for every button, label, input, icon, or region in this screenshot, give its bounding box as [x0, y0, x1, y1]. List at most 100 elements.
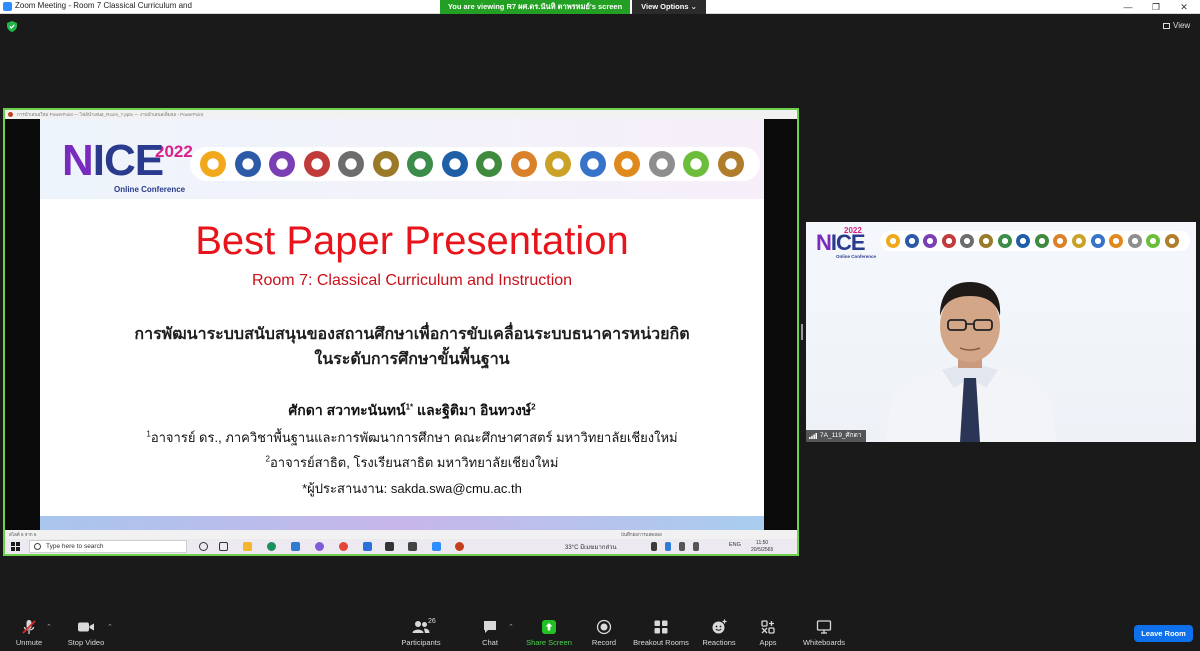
- partner-logo-icon: [886, 234, 900, 248]
- encryption-shield-icon[interactable]: [7, 21, 17, 32]
- leave-room-button[interactable]: Leave Room: [1134, 625, 1193, 642]
- weather-widget[interactable]: 33°C มีเมฆมากส่วน: [565, 542, 617, 552]
- tray-icon[interactable]: [651, 542, 657, 551]
- window-title-bar: Zoom Meeting - Room 7 Classical Curricul…: [0, 0, 1200, 14]
- partner-logo-icon: [441, 151, 468, 177]
- taskbar-clock[interactable]: 11:50 20/5/2565: [751, 540, 773, 553]
- input-language[interactable]: ENG: [729, 542, 741, 548]
- split-resize-handle[interactable]: [801, 324, 803, 340]
- whiteboard-icon: [816, 620, 832, 634]
- partner-logo-icon: [614, 151, 640, 177]
- corresponding-author: *ผู้ประสานงาน: sakda.swa@cmu.ac.th: [302, 481, 522, 496]
- logo-subtitle: Online Conference: [114, 185, 186, 194]
- participants-label: Participants: [401, 638, 441, 647]
- partner-logo-icon: [1034, 234, 1049, 248]
- viewing-screen-banner: You are viewing R7 ผศ.ดร.นันทิ ตาพรหมย์'…: [440, 0, 630, 14]
- partner-logo-icon: [997, 234, 1012, 248]
- partner-logo-icon: [1072, 234, 1086, 248]
- edge-icon[interactable]: [267, 542, 276, 551]
- share-screen-icon: [542, 620, 556, 634]
- clock-date: 20/5/2565: [751, 546, 774, 553]
- slide-counter: สไลด์ 6 จาก 6: [9, 532, 37, 537]
- chat-options-chevron-icon[interactable]: ⌃: [508, 623, 514, 631]
- microphone-muted-icon: [22, 620, 36, 634]
- restore-button[interactable]: ❐: [1142, 0, 1170, 14]
- app-icon[interactable]: [408, 542, 417, 551]
- partner-logo-icon: [1016, 234, 1031, 248]
- teams-icon[interactable]: [315, 542, 324, 551]
- windows-start-icon[interactable]: [11, 542, 20, 551]
- apps-icon: [761, 620, 775, 634]
- powerpoint-icon: [8, 112, 13, 117]
- affiliation-2-text: อาจารย์สาธิต, โรงเรียนสาธิต มหาวิทยาลัยเ…: [270, 455, 559, 470]
- onedrive-icon[interactable]: [665, 542, 671, 551]
- participant-name-tag: 7A_119_ศักดา: [806, 430, 867, 442]
- paper-authors: ศักดา สวาทะนันทน์1* และฐิติมา อินทวงษ์2: [40, 400, 764, 422]
- reactions-smiley-icon: [712, 619, 727, 634]
- app-icon[interactable]: [363, 542, 372, 551]
- slide-subtitle: Room 7: Classical Curriculum and Instruc…: [251, 272, 573, 289]
- paper-title-line-1: การพัฒนาระบบสนับสนุนของสถานศึกษาเพื่อการ…: [134, 326, 690, 343]
- zoom-taskbar-icon[interactable]: [432, 542, 441, 551]
- video-logo-letters-ice: ICE: [830, 230, 866, 255]
- logo-wordmark: NICE: [62, 136, 164, 185]
- video-camera-icon: [78, 622, 94, 632]
- whiteboards-button[interactable]: Whiteboards: [789, 619, 859, 647]
- stop-video-label: Stop Video: [67, 638, 105, 647]
- logo-letter-n: N: [62, 136, 94, 185]
- app-icon[interactable]: [385, 542, 394, 551]
- affiliation-1: 1อาจารย์ ดร., ภาควิชาพื้นฐานและการพัฒนาก…: [40, 427, 764, 448]
- chat-icon: [484, 621, 496, 633]
- slide-footer-band: [40, 516, 764, 530]
- partner-logo-icon: [1146, 234, 1161, 248]
- cortana-icon[interactable]: [199, 542, 208, 551]
- participant-video-tile[interactable]: 2022 NICE Online Conference 7A_119_ศักดา: [806, 222, 1196, 442]
- minimize-button[interactable]: —: [1114, 0, 1142, 14]
- paper-title-line-2: ในระดับการศึกษาขั้นพื้นฐาน: [314, 351, 510, 368]
- partner-logo-icon: [200, 151, 226, 177]
- participant-name: 7A_119_ศักดา: [820, 432, 862, 439]
- powerpoint-title: การนำเสนอใหม่ PowerPoint — ไฟล์นำเสนอ_Ro…: [17, 112, 204, 117]
- partner-logo-icon: [269, 151, 295, 177]
- mail-icon[interactable]: [291, 542, 300, 551]
- partner-logo-icon: [407, 151, 433, 177]
- partner-logo-icon: [904, 234, 919, 248]
- partner-logo-icon: [1127, 234, 1142, 248]
- video-logo-wordmark: NICE: [816, 230, 866, 256]
- powerpoint-status-bar: สไลด์ 6 จาก 6 บันทึกย่อการแสดงผล: [5, 530, 797, 539]
- partner-logo-icon: [1165, 234, 1179, 248]
- chrome-icon[interactable]: [339, 542, 348, 551]
- partner-logo-icon: [303, 151, 330, 177]
- network-icon[interactable]: [679, 542, 685, 551]
- taskbar-search-box[interactable]: Type here to search: [29, 540, 187, 553]
- partner-logo-icon: [923, 234, 938, 248]
- close-button[interactable]: ✕: [1170, 0, 1198, 14]
- view-layout-button[interactable]: View: [1163, 21, 1190, 30]
- notes-label: บันทึกย่อการแสดงผล: [621, 532, 662, 537]
- powerpoint-title-bar: การนำเสนอใหม่ PowerPoint — ไฟล์นำเสนอ_Ro…: [5, 110, 797, 119]
- participants-count: 26: [428, 618, 436, 625]
- file-explorer-icon[interactable]: [243, 542, 252, 551]
- partner-logo-icon: [372, 151, 399, 177]
- presentation-slide: 2022 NICE Online Conference Best Paper P…: [40, 119, 764, 530]
- partner-logo-icon: [476, 151, 502, 177]
- participants-button[interactable]: 26 Participants: [386, 618, 456, 647]
- partner-logo-icon: [1090, 234, 1105, 248]
- slide-title: Best Paper Presentation: [195, 219, 629, 263]
- partner-logo-icon: [941, 234, 956, 248]
- search-placeholder: Type here to search: [46, 543, 104, 550]
- partner-logo-icon: [545, 151, 571, 177]
- signal-strength-icon: [809, 433, 817, 439]
- affiliation-1-text: อาจารย์ ดร., ภาควิชาพื้นฐานและการพัฒนากา…: [150, 430, 678, 445]
- volume-icon[interactable]: [693, 542, 699, 551]
- video-options-chevron-icon[interactable]: ⌃: [107, 623, 113, 631]
- partner-logo-icon: [234, 151, 261, 177]
- powerpoint-taskbar-icon[interactable]: [455, 542, 464, 551]
- whiteboards-label: Whiteboards: [802, 638, 846, 647]
- view-options-button[interactable]: View Options ⌄: [632, 0, 706, 14]
- partner-logo-icon: [510, 151, 537, 177]
- shared-screen: การนำเสนอใหม่ PowerPoint — ไฟล์นำเสนอ_Ro…: [3, 108, 799, 556]
- author-2: และฐิติมา อินทวงษ์: [413, 402, 532, 418]
- participant-person-image: [886, 282, 1056, 442]
- task-view-icon[interactable]: [219, 542, 228, 551]
